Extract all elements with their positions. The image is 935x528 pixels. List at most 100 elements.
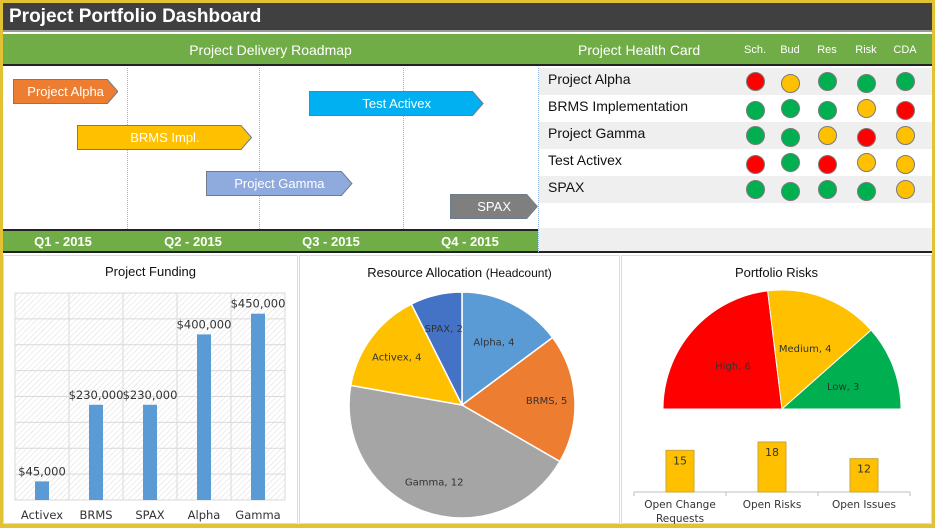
- count-bar-value: 15: [673, 454, 687, 467]
- risks-charts: High, 6 Medium, 4 Low, 3 15 Open Change Reque…: [633, 289, 911, 524]
- pie-slice-label: Activex, 4: [372, 352, 421, 363]
- health-project-name: SPAX: [548, 179, 585, 195]
- status-indicator-green: [746, 126, 765, 145]
- roadmap-header: Project Delivery Roadmap: [3, 34, 538, 66]
- health-card-title: Project Health Card: [578, 42, 701, 58]
- status-indicator-green: [781, 99, 800, 118]
- resource-title: Resource Allocation (Headcount): [300, 265, 619, 280]
- funding-data-label: $400,000: [177, 317, 232, 331]
- status-indicator-red: [896, 101, 915, 120]
- pie-slice-label: Alpha, 4: [473, 337, 514, 348]
- status-indicator-green: [818, 72, 837, 91]
- funding-bar-activex: [35, 481, 49, 500]
- status-indicator-green: [781, 128, 800, 147]
- funding-bar-spax: [143, 404, 157, 500]
- funding-data-label: $450,000: [231, 297, 286, 311]
- health-row: Project Alpha: [539, 68, 932, 95]
- funding-title: Project Funding: [104, 264, 197, 279]
- funding-category-label: Gamma: [235, 508, 280, 522]
- count-bar-category: Open Risks: [743, 499, 802, 511]
- risk-slice-label: Medium, 4: [779, 344, 832, 355]
- status-indicator-amber: [896, 155, 915, 174]
- health-row: BRMS Implementation: [539, 95, 932, 122]
- roadmap-bar-project-alpha[interactable]: Project Alpha: [12, 79, 119, 104]
- quarter-divider: [259, 68, 260, 229]
- funding-category-label: Alpha: [188, 508, 221, 522]
- risk-slice-high: [662, 290, 783, 410]
- status-indicator-green: [818, 101, 837, 120]
- resource-allocation-panel: Resource Allocation (Headcount) Alpha, 4…: [299, 255, 620, 524]
- count-bar-value: 12: [857, 463, 871, 476]
- pie-slice-label: Gamma, 12: [405, 477, 464, 488]
- health-empty-row: [539, 228, 932, 251]
- funding-category-label: SPAX: [135, 508, 164, 522]
- roadmap-bar-label: BRMS Impl.: [130, 130, 200, 145]
- funding-data-label: $45,000: [18, 464, 66, 478]
- roadmap-bar-label: Test Activex: [362, 96, 431, 111]
- roadmap-bar-label: Project Gamma: [234, 176, 325, 191]
- risks-title: Portfolio Risks: [734, 265, 819, 280]
- project-funding-panel: Project Funding $45,000 Activex $230,000 BR…: [3, 255, 298, 524]
- status-indicator-amber: [781, 74, 800, 93]
- funding-data-label: $230,000: [69, 388, 124, 402]
- funding-bar-gamma: [251, 313, 265, 500]
- pie-slice-label: BRMS, 5: [526, 396, 568, 407]
- status-indicator-green: [857, 74, 876, 93]
- funding-category-label: Activex: [21, 508, 63, 522]
- status-indicator-green: [781, 153, 800, 172]
- roadmap-timeline: Project Alpha BRMS Impl. Test Activex Proje…: [3, 68, 538, 229]
- risk-slice-label: Low, 3: [827, 382, 859, 393]
- status-indicator-amber: [896, 180, 915, 199]
- roadmap-bar-project-gamma[interactable]: Project Gamma: [206, 171, 353, 196]
- health-row: SPAX: [539, 176, 932, 203]
- health-row: Test Activex: [539, 149, 932, 176]
- resource-title-sub: (Headcount): [485, 266, 552, 280]
- status-indicator-green: [746, 180, 765, 199]
- funding-category-label: BRMS: [79, 508, 112, 522]
- quarter-label: Q2 - 2015: [164, 234, 222, 249]
- quarter-label: Q4 - 2015: [441, 234, 499, 249]
- count-bar-category: Requests: [656, 513, 704, 524]
- status-indicator-green: [781, 182, 800, 201]
- pie-slice-label: SPAX, 2: [425, 324, 463, 335]
- status-indicator-amber: [857, 153, 876, 172]
- count-bar-category: Open Change: [644, 499, 716, 511]
- funding-chart: $45,000 Activex $230,000 BRMS $230,000 SPAX $4…: [14, 292, 286, 522]
- health-column-cda: CDA: [893, 44, 917, 56]
- page-title: Project Portfolio Dashboard: [3, 3, 932, 32]
- roadmap-bar-brms-impl[interactable]: BRMS Impl.: [77, 125, 253, 150]
- status-indicator-green: [896, 72, 915, 91]
- roadmap-bar-label: SPAX: [477, 199, 511, 214]
- quarter-axis: Q1 - 2015 Q2 - 2015 Q3 - 2015 Q4 - 2015: [3, 229, 538, 253]
- health-column-res: Res: [817, 44, 837, 56]
- health-project-name: Test Activex: [548, 152, 622, 168]
- roadmap-bar-test-activex[interactable]: Test Activex: [309, 91, 484, 116]
- funding-bar-alpha: [197, 334, 211, 500]
- status-indicator-amber: [896, 126, 915, 145]
- funding-bar-brms: [89, 404, 103, 500]
- resource-pie-chart: Alpha, 4 BRMS, 5 Gamma, 12 Activex, 4 SPAX, …: [348, 291, 576, 519]
- health-card-header: Project Health Card Sch. Bud Res Risk CDA: [538, 34, 932, 66]
- roadmap-bar-spax[interactable]: SPAX: [450, 194, 538, 219]
- dashboard-frame: Project Portfolio Dashboard Project Deli…: [3, 3, 932, 524]
- status-indicator-red: [746, 155, 765, 174]
- status-indicator-green: [746, 101, 765, 120]
- status-indicator-red: [746, 72, 765, 91]
- health-row: Project Gamma: [539, 122, 932, 149]
- status-indicator-green: [818, 180, 837, 199]
- health-column-sch: Sch.: [743, 44, 766, 56]
- status-indicator-green: [857, 182, 876, 201]
- health-card-table: Project Alpha BRMS Implementation Project …: [538, 68, 932, 253]
- health-project-name: Project Gamma: [548, 125, 646, 141]
- resource-title-main: Resource Allocation: [367, 265, 483, 280]
- status-indicator-red: [857, 128, 876, 147]
- risk-slice-label: High, 6: [715, 362, 751, 373]
- quarter-label: Q3 - 2015: [302, 234, 360, 249]
- health-project-name: Project Alpha: [548, 71, 631, 87]
- quarter-label: Q1 - 2015: [34, 234, 92, 249]
- roadmap-bar-label: Project Alpha: [27, 84, 104, 99]
- health-project-name: BRMS Implementation: [548, 98, 689, 114]
- status-indicator-amber: [818, 126, 837, 145]
- health-column-bud: Bud: [780, 44, 800, 56]
- funding-data-label: $230,000: [123, 388, 178, 402]
